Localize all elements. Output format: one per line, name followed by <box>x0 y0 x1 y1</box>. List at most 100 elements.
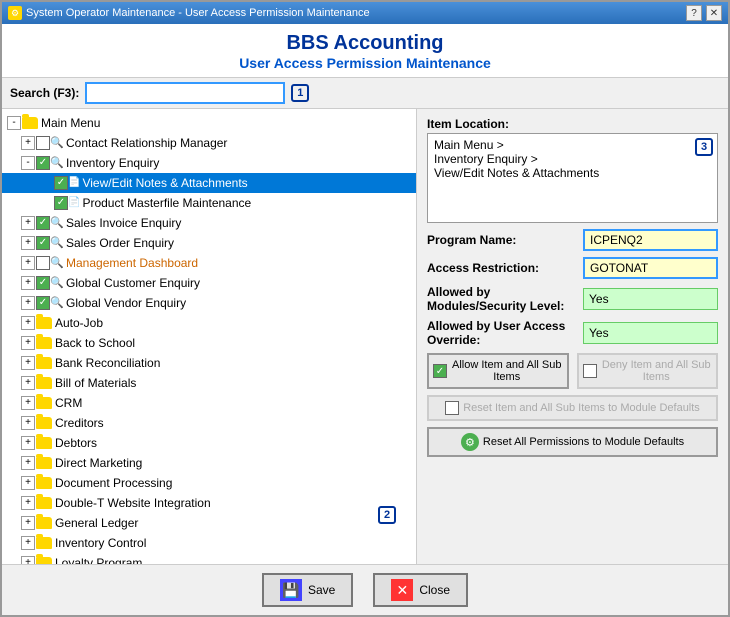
tree-label-global-customer: Global Customer Enquiry <box>66 274 200 292</box>
expander-inventory-control[interactable] <box>21 536 35 550</box>
expander-global-customer[interactable] <box>21 276 35 290</box>
search-input[interactable] <box>85 82 285 104</box>
magnify-icon-sales-invoice: 🔍 <box>50 216 64 230</box>
magnify-icon-contact-rel: 🔍 <box>50 136 64 150</box>
allow-item-button[interactable]: Allow Item and All Sub Items <box>427 353 569 389</box>
tree-label-creditors: Creditors <box>55 414 104 432</box>
tree-item-creditors[interactable]: Creditors <box>2 413 416 433</box>
expander-mgmt-dashboard[interactable] <box>21 256 35 270</box>
tree-label-loyalty-program: Loyalty Program <box>55 554 142 564</box>
tree-item-product-master[interactable]: 📄 Product Masterfile Maintenance <box>2 193 416 213</box>
close-button[interactable]: ✕ Close <box>373 573 468 607</box>
expander-direct-marketing[interactable] <box>21 456 35 470</box>
expander-crm[interactable] <box>21 396 35 410</box>
save-button[interactable]: 💾 Save <box>262 573 353 607</box>
tree-item-mgmt-dashboard[interactable]: 🔍 Management Dashboard <box>2 253 416 273</box>
tree-item-contact-rel[interactable]: 🔍 Contact Relationship Manager <box>2 133 416 153</box>
folder-icon-debtors <box>36 437 52 449</box>
tree-item-document-processing[interactable]: Document Processing <box>2 473 416 493</box>
checkbox-global-customer[interactable] <box>36 276 50 290</box>
tree-item-back-to-school[interactable]: Back to School <box>2 333 416 353</box>
tree-item-direct-marketing[interactable]: Direct Marketing <box>2 453 416 473</box>
location-text-line3: View/Edit Notes & Attachments <box>434 166 711 180</box>
tree-label-crm: CRM <box>55 394 82 412</box>
expander-document-processing[interactable] <box>21 476 35 490</box>
expander-creditors[interactable] <box>21 416 35 430</box>
checkbox-mgmt-dashboard[interactable] <box>36 256 50 270</box>
tree-item-sales-order[interactable]: 🔍 Sales Order Enquiry <box>2 233 416 253</box>
allowed-modules-label: Allowed by Modules/Security Level: <box>427 285 577 313</box>
expander-main-menu[interactable] <box>7 116 21 130</box>
location-text-line2: Inventory Enquiry > <box>434 152 711 166</box>
tree-item-main-menu[interactable]: Main Menu <box>2 113 416 133</box>
folder-icon-direct-marketing <box>36 457 52 469</box>
tree-label-back-to-school: Back to School <box>55 334 135 352</box>
reset-all-button[interactable]: ⚙ Reset All Permissions to Module Defaul… <box>427 427 718 457</box>
tree-item-crm[interactable]: CRM <box>2 393 416 413</box>
checkbox-sales-invoice[interactable] <box>36 216 50 230</box>
search-bar: Search (F3): 1 <box>2 78 728 109</box>
checkbox-contact-rel[interactable] <box>36 136 50 150</box>
tree-item-inventory-enquiry[interactable]: 🔍 Inventory Enquiry <box>2 153 416 173</box>
tree-item-global-customer[interactable]: 🔍 Global Customer Enquiry <box>2 273 416 293</box>
access-restriction-row: Access Restriction: GOTONAT <box>427 257 718 279</box>
checkbox-product-master[interactable] <box>54 196 68 210</box>
expander-bill-of-materials[interactable] <box>21 376 35 390</box>
header: BBS Accounting User Access Permission Ma… <box>2 24 728 78</box>
checkbox-sales-order[interactable] <box>36 236 50 250</box>
tree-item-bill-of-materials[interactable]: Bill of Materials <box>2 373 416 393</box>
expander-global-vendor[interactable] <box>21 296 35 310</box>
reset-item-button[interactable]: Reset Item and All Sub Items to Module D… <box>427 395 718 421</box>
main-window: ⚙ System Operator Maintenance - User Acc… <box>0 0 730 617</box>
allowed-modules-value: Yes <box>583 288 718 310</box>
tree-item-view-edit[interactable]: 📄 View/Edit Notes & Attachments <box>2 173 416 193</box>
page-icon-product-master: 📄 <box>68 194 80 212</box>
expander-double-t[interactable] <box>21 496 35 510</box>
tree-label-product-master: Product Masterfile Maintenance <box>82 194 251 212</box>
tree-item-general-ledger[interactable]: General Ledger <box>2 513 416 533</box>
magnify-icon-sales-order: 🔍 <box>50 236 64 250</box>
tree-item-auto-job[interactable]: Auto-Job <box>2 313 416 333</box>
expander-sales-order[interactable] <box>21 236 35 250</box>
expander-debtors[interactable] <box>21 436 35 450</box>
folder-icon-main-menu <box>22 117 38 129</box>
checkbox-view-edit[interactable] <box>54 176 68 190</box>
tree-label-inventory-enquiry: Inventory Enquiry <box>66 154 159 172</box>
expander-loyalty-program[interactable] <box>21 556 35 564</box>
help-button[interactable]: ? <box>686 5 702 21</box>
title-bar-controls: ? ✕ <box>686 5 722 21</box>
expander-back-to-school[interactable] <box>21 336 35 350</box>
program-name-value: ICPENQ2 <box>583 229 718 251</box>
access-restriction-value: GOTONAT <box>583 257 718 279</box>
tree-item-inventory-control[interactable]: Inventory Control <box>2 533 416 553</box>
expander-auto-job[interactable] <box>21 316 35 330</box>
tree-panel[interactable]: Main Menu 🔍 Contact Relationship Manager… <box>2 109 417 564</box>
tree-label-contact-rel: Contact Relationship Manager <box>66 134 227 152</box>
reset-item-label: Reset Item and All Sub Items to Module D… <box>463 402 700 414</box>
expander-general-ledger[interactable] <box>21 516 35 530</box>
close-window-button[interactable]: ✕ <box>706 5 722 21</box>
folder-icon-bill-of-materials <box>36 377 52 389</box>
tree-item-debtors[interactable]: Debtors <box>2 433 416 453</box>
tree-item-global-vendor[interactable]: 🔍 Global Vendor Enquiry <box>2 293 416 313</box>
expander-view-edit <box>39 176 53 190</box>
reset-all-row: ⚙ Reset All Permissions to Module Defaul… <box>427 427 718 457</box>
magnify-icon-mgmt-dashboard: 🔍 <box>50 256 64 270</box>
close-icon: ✕ <box>391 579 413 601</box>
expander-contact-rel[interactable] <box>21 136 35 150</box>
folder-icon-bank-reconciliation <box>36 357 52 369</box>
tree-item-sales-invoice[interactable]: 🔍 Sales Invoice Enquiry <box>2 213 416 233</box>
checkbox-global-vendor[interactable] <box>36 296 50 310</box>
deny-item-button[interactable]: Deny Item and All Sub Items <box>577 353 719 389</box>
program-name-row: Program Name: ICPENQ2 <box>427 229 718 251</box>
tree-item-loyalty-program[interactable]: Loyalty Program <box>2 553 416 564</box>
expander-bank-reconciliation[interactable] <box>21 356 35 370</box>
tree-item-double-t[interactable]: Double-T Website Integration <box>2 493 416 513</box>
checkbox-inventory-enquiry[interactable] <box>36 156 50 170</box>
right-panel: Item Location: Main Menu > Inventory Enq… <box>417 109 728 564</box>
folder-icon-back-to-school <box>36 337 52 349</box>
allowed-user-row: Allowed by User Access Override: Yes <box>427 319 718 347</box>
expander-sales-invoice[interactable] <box>21 216 35 230</box>
tree-item-bank-reconciliation[interactable]: Bank Reconciliation <box>2 353 416 373</box>
expander-inventory-enquiry[interactable] <box>21 156 35 170</box>
